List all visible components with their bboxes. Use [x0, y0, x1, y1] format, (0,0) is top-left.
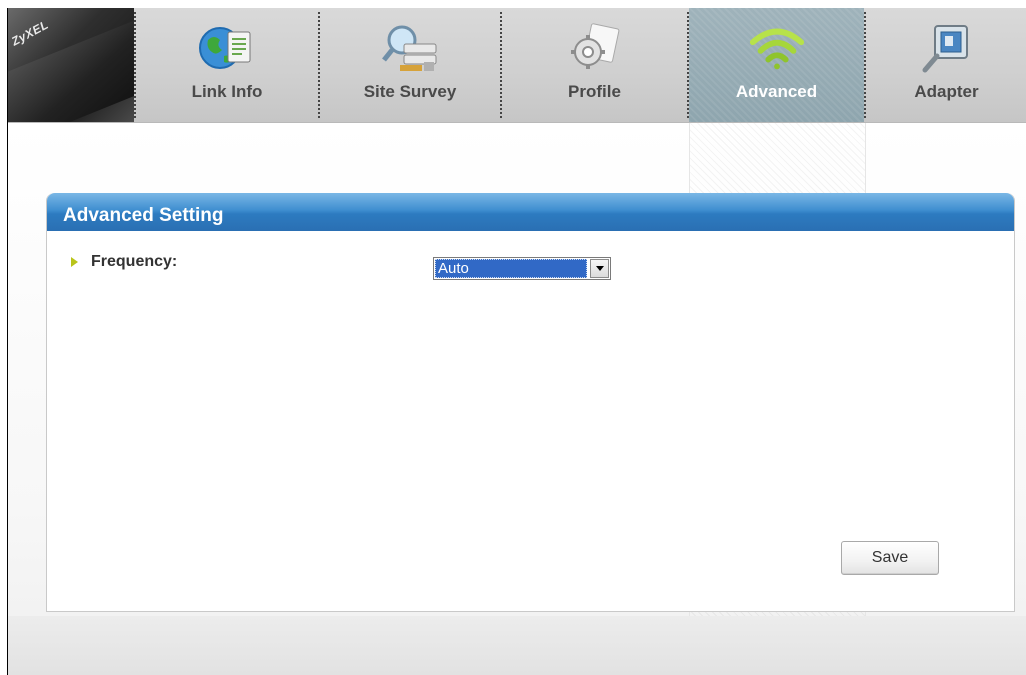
wireless-signal-icon	[747, 22, 807, 74]
tab-label: Advanced	[735, 82, 818, 101]
footer-band	[8, 616, 1026, 675]
frequency-select[interactable]: Auto	[433, 257, 611, 280]
panel-title: Advanced Setting	[63, 205, 224, 226]
adapter-icon	[917, 22, 977, 74]
tab-profile[interactable]: Profile	[502, 8, 687, 122]
tab-advanced[interactable]: Advanced	[689, 8, 864, 122]
tab-site-survey[interactable]: Site Survey	[320, 8, 500, 122]
brand-logo-area: ZyXEL	[8, 8, 134, 122]
tab-link-info[interactable]: Link Info	[136, 8, 318, 122]
panel-header: Advanced Setting	[47, 193, 1014, 231]
brand-logo: ZyXEL	[9, 17, 51, 49]
frequency-select-value: Auto	[435, 259, 587, 278]
gear-document-icon	[565, 22, 625, 74]
save-button[interactable]: Save	[841, 541, 939, 575]
tab-label: Profile	[568, 82, 621, 101]
top-navigation: ZyXEL Link Info Site Survey Profile Adva…	[8, 8, 1026, 123]
frequency-label: Frequency:	[91, 253, 178, 270]
utility-window: ZyXEL Link Info Site Survey Profile Adva…	[7, 8, 1026, 675]
bullet-arrow-icon	[71, 257, 78, 267]
content-area: Advanced Setting Frequency: Auto Save	[8, 123, 1026, 675]
chevron-down-icon[interactable]	[590, 259, 609, 278]
network-search-icon	[380, 22, 440, 74]
advanced-setting-panel: Advanced Setting Frequency: Auto Save	[46, 193, 1015, 612]
globe-document-icon	[197, 22, 257, 74]
tab-label: Site Survey	[363, 82, 457, 101]
tab-adapter[interactable]: Adapter	[866, 8, 1026, 122]
tab-label: Adapter	[914, 82, 979, 101]
tab-label: Link Info	[191, 82, 263, 101]
